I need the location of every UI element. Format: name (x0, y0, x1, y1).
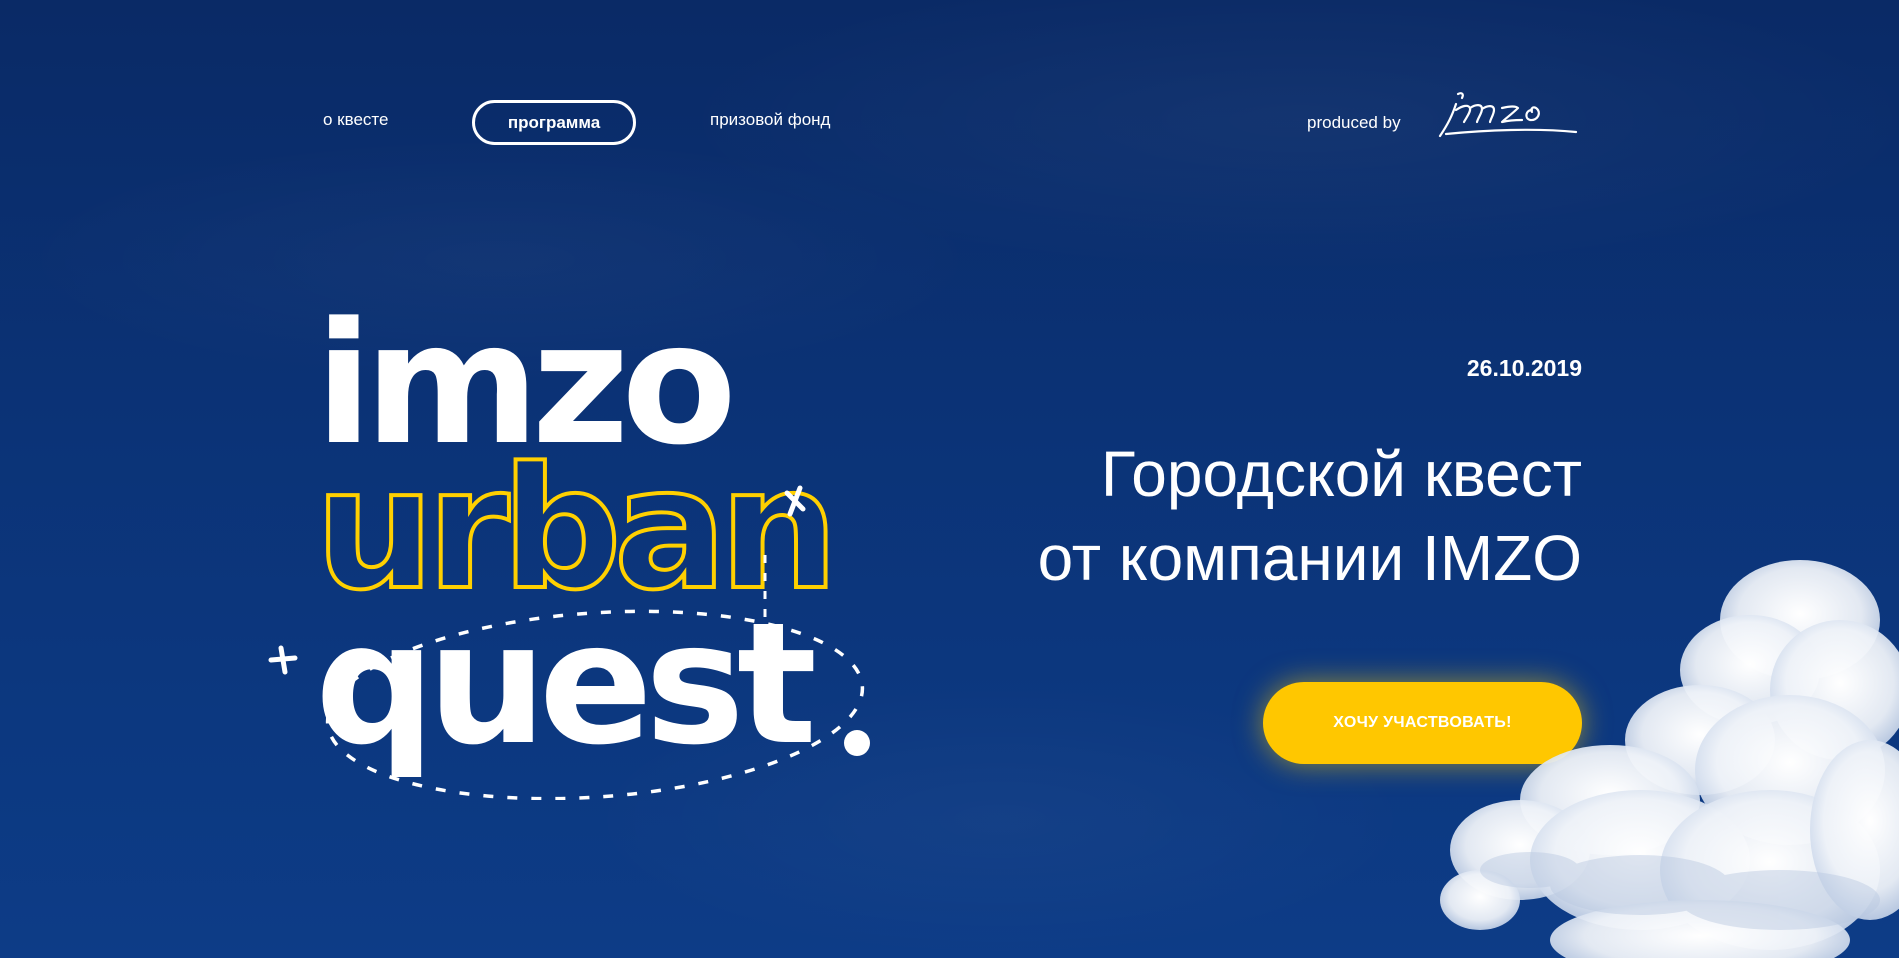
nav-item-prize-fund[interactable]: призовой фонд (710, 110, 830, 130)
plus-icon-left (268, 645, 298, 675)
event-date: 26.10.2019 (1466, 355, 1582, 381)
page: о квесте программа призовой фонд produce… (0, 0, 1899, 958)
participate-button[interactable]: ХОЧУ УЧАСТВОВАТЬ! (1263, 682, 1582, 764)
headline-line-1: Городской квест (1100, 438, 1582, 510)
nav-item-about-quest[interactable]: о квесте (323, 110, 388, 130)
imzo-signature-logo[interactable] (1436, 86, 1582, 146)
hero-title-quest: quest (315, 586, 817, 782)
produced-by-label: produced by (1307, 113, 1401, 132)
hero-title-artwork: imzo urban quest (265, 300, 885, 800)
headline-line-2: от компании IMZO (1037, 522, 1582, 594)
nav-item-program[interactable]: программа (472, 100, 636, 145)
hero-headline: Городской квест от компании IMZO (882, 432, 1582, 600)
period-dot-decoration (844, 730, 870, 756)
